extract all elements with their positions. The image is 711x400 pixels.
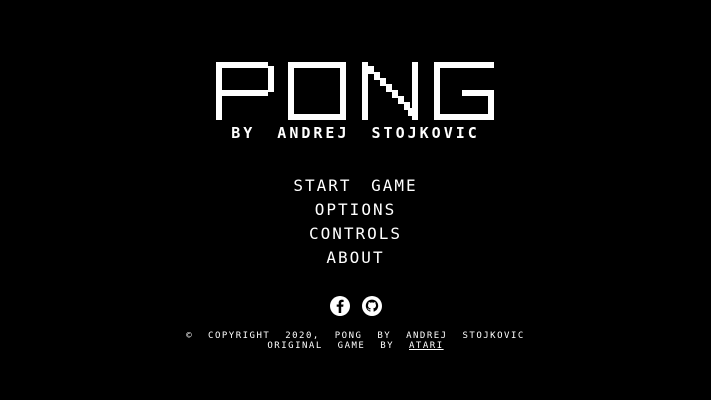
game-subtitle: BY ANDREJ STOJKOVIC (231, 124, 480, 142)
main-menu: START GAME OPTIONS CONTROLS ABOUT (0, 174, 711, 270)
atari-link[interactable]: ATARI (409, 341, 444, 351)
menu-item-options[interactable]: OPTIONS (315, 198, 396, 222)
social-links (0, 296, 711, 316)
main-menu-screen: BY ANDREJ STOJKOVIC START GAME OPTIONS C… (0, 0, 711, 400)
game-title-logo (216, 62, 494, 120)
original-credit-prefix: ORIGINAL GAME BY (267, 341, 410, 351)
menu-item-controls[interactable]: CONTROLS (309, 222, 402, 246)
menu-item-start-game[interactable]: START GAME (293, 174, 417, 198)
menu-item-about[interactable]: ABOUT (326, 246, 384, 270)
original-game-credit: ORIGINAL GAME BY ATARI (0, 341, 711, 351)
facebook-icon[interactable] (329, 296, 350, 316)
github-icon[interactable] (361, 296, 382, 316)
copyright-text: © COPYRIGHT 2020, PONG BY ANDREJ STOJKOV… (186, 331, 525, 341)
